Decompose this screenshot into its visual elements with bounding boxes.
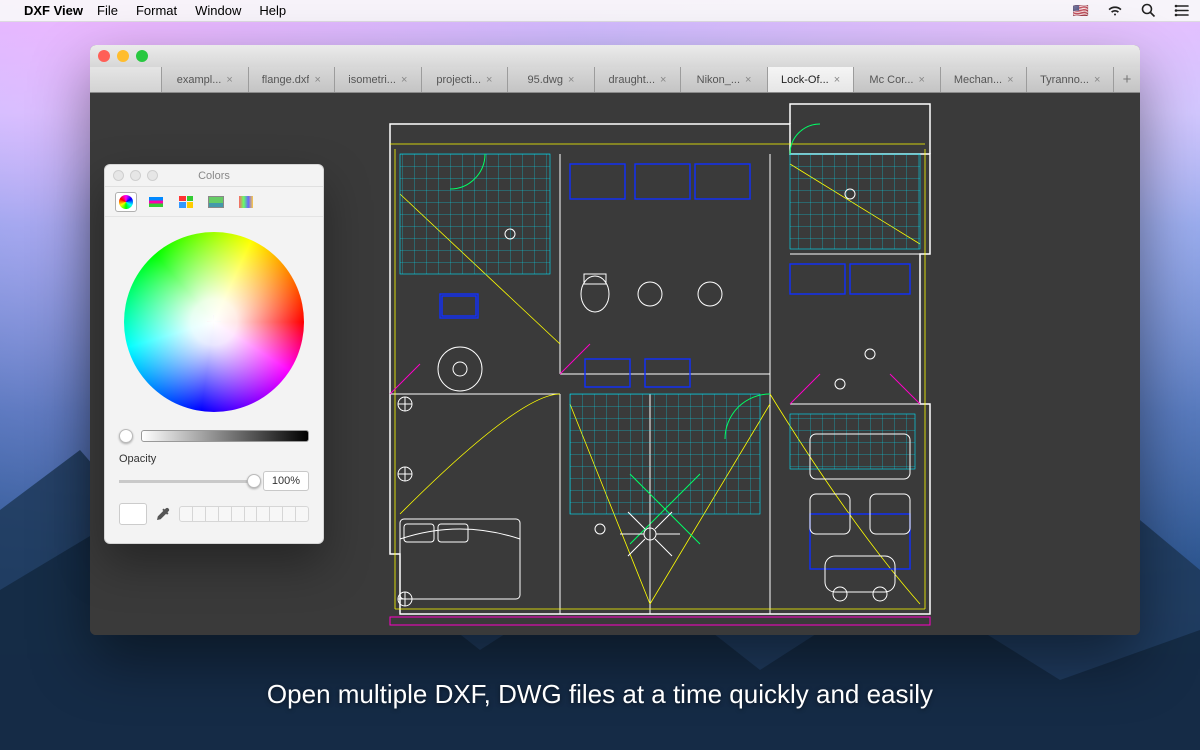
menubar-app-name[interactable]: DXF View [24,3,83,18]
tab-label: 95.dwg [528,74,563,86]
desktop: DXF View File Format Window Help 🇺🇸 exam… [0,0,1200,750]
spotlight-search-icon[interactable] [1141,3,1156,18]
color-wheel-cursor[interactable] [207,315,221,329]
new-tab-button[interactable]: + [1114,67,1140,92]
document-tab[interactable]: projecti... × [422,67,509,92]
tab-label: exampl... [177,74,222,86]
document-tab[interactable]: Mechan... × [941,67,1028,92]
menu-format[interactable]: Format [136,3,177,18]
opacity-label: Opacity [119,453,309,465]
document-tab[interactable]: exampl... × [162,67,249,92]
color-wheel[interactable] [124,232,304,412]
tab-close-icon[interactable]: × [745,74,751,86]
panel-minimize-button[interactable] [130,170,141,181]
current-color-swatch[interactable] [119,503,147,525]
tab-label: Mechan... [954,74,1002,86]
marketing-caption: Open multiple DXF, DWG files at a time q… [0,679,1200,710]
document-tab[interactable]: 95.dwg × [508,67,595,92]
document-tabstrip: exampl...×flange.dxf×isometri...×project… [90,67,1140,93]
flag-icon[interactable]: 🇺🇸 [1073,3,1089,19]
tab-close-icon[interactable]: × [660,74,666,86]
window-close-button[interactable] [98,50,110,62]
wifi-icon[interactable] [1107,4,1123,17]
tab-close-icon[interactable]: × [1007,74,1013,86]
macos-menubar: DXF View File Format Window Help 🇺🇸 [0,0,1200,22]
tab-close-icon[interactable]: × [834,74,840,86]
tabstrip-left-pad [90,67,162,92]
opacity-slider[interactable] [119,480,255,483]
colors-panel-titlebar[interactable]: Colors [105,165,323,187]
pencils-tab[interactable] [235,192,257,212]
brightness-slider-row [105,429,323,443]
tab-close-icon[interactable]: × [486,74,492,86]
tab-close-icon[interactable]: × [401,74,407,86]
tab-close-icon[interactable]: × [918,74,924,86]
window-minimize-button[interactable] [117,50,129,62]
brightness-slider-track[interactable] [141,430,309,442]
brightness-slider-knob[interactable] [119,429,133,443]
tab-label: Tyranno... [1040,74,1089,86]
document-tab[interactable]: isometri... × [335,67,422,92]
window-zoom-button[interactable] [136,50,148,62]
menu-file[interactable]: File [97,3,118,18]
opacity-slider-knob[interactable] [247,474,261,488]
opacity-value-field[interactable]: 100% [263,471,309,491]
swatch-history[interactable] [179,506,309,522]
color-wheel-area [105,217,323,427]
document-tab[interactable]: draught... × [595,67,682,92]
document-tab[interactable]: Lock-Of... × [768,67,855,92]
tab-close-icon[interactable]: × [568,74,574,86]
image-palettes-tab[interactable] [205,192,227,212]
tab-close-icon[interactable]: × [226,74,232,86]
tab-label: draught... [609,74,655,86]
colors-panel-title: Colors [198,170,230,182]
swatch-row [105,491,323,535]
colors-panel-mode-tabs [105,187,323,217]
colors-panel[interactable]: Colors [104,164,324,544]
document-tab[interactable]: Mc Cor... × [854,67,941,92]
color-wheel-tab[interactable] [115,192,137,212]
document-tab[interactable]: flange.dxf × [249,67,336,92]
tab-label: isometri... [348,74,396,86]
color-palettes-tab[interactable] [175,192,197,212]
menu-window[interactable]: Window [195,3,241,18]
tab-label: projecti... [436,74,481,86]
eyedropper-icon[interactable] [155,506,171,522]
tab-label: Nikon_... [697,74,740,86]
tab-close-icon[interactable]: × [1094,74,1100,86]
panel-close-button[interactable] [113,170,124,181]
tab-close-icon[interactable]: × [314,74,320,86]
tab-label: Mc Cor... [869,74,913,86]
window-titlebar[interactable] [90,45,1140,67]
document-tab[interactable]: Tyranno... × [1027,67,1114,92]
tab-label: flange.dxf [262,74,310,86]
menu-help[interactable]: Help [259,3,286,18]
color-sliders-tab[interactable] [145,192,167,212]
notification-center-icon[interactable] [1174,4,1190,17]
tab-label: Lock-Of... [781,74,829,86]
document-tab[interactable]: Nikon_... × [681,67,768,92]
panel-zoom-button[interactable] [147,170,158,181]
